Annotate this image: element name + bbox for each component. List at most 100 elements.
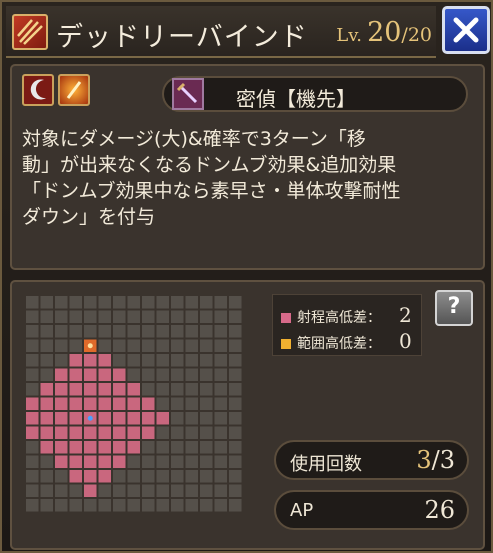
grid-cell [229,470,242,483]
description-line: 動」が出来なくなるドンムブ効果&追加効果 [22,154,397,176]
grid-cell [156,426,169,439]
help-button[interactable]: ? [435,290,473,326]
grid-cell [214,383,227,396]
grid-cell [156,368,169,381]
range-cell [142,412,155,425]
range-cell [69,455,82,468]
grid-cell [156,499,169,512]
grid-cell [229,499,242,512]
grid-cell [40,325,53,338]
grid-cell [142,296,155,309]
close-button[interactable] [442,6,490,54]
grid-cell [200,426,213,439]
grid-cell [185,484,198,497]
grid-cell [40,339,53,352]
grid-cell [26,470,39,483]
area-square-icon [281,339,291,349]
description-line: ダウン」を付与 [22,206,156,228]
grid-cell [156,310,169,323]
grid-cell [69,484,82,497]
grid-cell [156,296,169,309]
grid-cell [185,397,198,410]
grid-cell [200,412,213,425]
grid-cell [200,397,213,410]
grid-cell [229,325,242,338]
grid-cell [229,455,242,468]
level-max: /20 [401,24,432,46]
range-cell [142,397,155,410]
grid-cell [229,296,242,309]
grid-cell [26,441,39,454]
range-cell [84,426,97,439]
range-cell [84,484,97,497]
grid-cell [127,354,140,367]
grid-cell [55,310,68,323]
range-cell [55,383,68,396]
grid-cell [55,499,68,512]
grid-cell [171,397,184,410]
ap-label: AP [290,500,314,521]
grid-cell [214,325,227,338]
grid-cell [214,397,227,410]
uses-value: 3/3 [416,446,455,474]
grid-cell [229,412,242,425]
grid-cell [55,296,68,309]
range-cell [142,426,155,439]
grid-cell [185,368,198,381]
range-cell [113,441,126,454]
range-cell [84,368,97,381]
grid-cell [200,484,213,497]
grid-cell [171,383,184,396]
range-cell [84,470,97,483]
job-box: 密偵【機先】 [162,76,468,112]
range-cell [84,455,97,468]
grid-cell [214,339,227,352]
range-cell [69,441,82,454]
range-cell [98,354,111,367]
question-icon: ? [447,294,461,319]
grid-cell [142,470,155,483]
range-height-label: 射程高低差： [297,310,381,326]
grid-cell [200,470,213,483]
skill-detail-window: デッドリーバインド Lv. 20/20 密偵【機先】 対象にダメージ(大)&確率… [0,0,493,553]
grid-cell [214,354,227,367]
grid-cell [200,354,213,367]
range-cell [69,368,82,381]
grid-cell [127,499,140,512]
level-label: Lv. [336,25,362,46]
range-cell [127,426,140,439]
range-cell [98,455,111,468]
grid-cell [200,368,213,381]
grid-cell [214,470,227,483]
grid-cell [142,368,155,381]
range-cell [98,441,111,454]
range-cell [84,441,97,454]
grid-cell [171,296,184,309]
skill-level: Lv. 20/20 [336,17,432,48]
dagger-icon [172,78,204,110]
grid-cell [127,368,140,381]
range-cell [84,383,97,396]
grid-cell [214,455,227,468]
grid-cell [200,339,213,352]
grid-cell [229,383,242,396]
legend-range-row: 射程高低差： 2 [281,303,412,327]
grid-cell [69,499,82,512]
range-cell [127,397,140,410]
range-cell [40,383,53,396]
grid-cell [26,310,39,323]
uses-max: /3 [431,446,455,474]
fire-icon [58,74,90,106]
grid-cell [214,296,227,309]
grid-cell [127,484,140,497]
range-cell [69,354,82,367]
uses-label: 使用回数 [290,454,362,475]
grid-cell [171,325,184,338]
claw-slash-icon [12,14,48,50]
uses-box: 使用回数 3/3 [274,440,469,480]
grid-cell [127,470,140,483]
range-cell [113,412,126,425]
level-current: 20 [367,17,402,48]
grid-cell [171,310,184,323]
ap-box: AP 26 [274,490,469,530]
